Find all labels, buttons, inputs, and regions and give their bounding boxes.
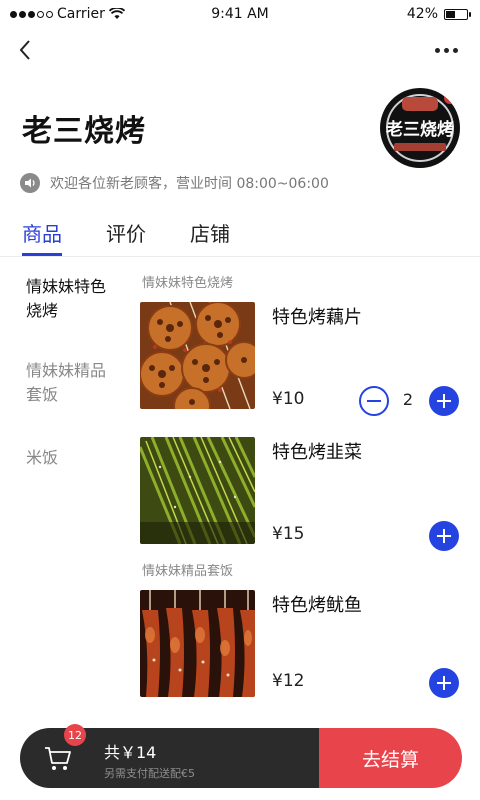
- add-to-cart-button[interactable]: [429, 521, 459, 551]
- product-image-lotus-root[interactable]: [140, 302, 255, 409]
- shop-name: 老三烧烤: [22, 114, 146, 149]
- announcement: 欢迎各位新老顾客，营业时间 08:00~06:00: [20, 173, 329, 193]
- section-title: 情妹妹精品套饭: [142, 564, 234, 579]
- more-dot-icon: [444, 48, 449, 53]
- product-image-chives[interactable]: [140, 437, 255, 544]
- cart-icon[interactable]: [42, 742, 74, 774]
- more-dot-icon: [453, 48, 458, 53]
- product-price: ¥15: [272, 524, 305, 544]
- add-to-cart-button[interactable]: [429, 386, 459, 416]
- add-to-cart-button[interactable]: [429, 668, 459, 698]
- logo-text: 老三烧烤: [386, 120, 454, 140]
- more-dot-icon: [435, 48, 440, 53]
- product-name: 特色烤韭菜: [272, 442, 362, 463]
- more-options-button[interactable]: [435, 48, 458, 53]
- battery-status: 42%: [406, 6, 471, 22]
- status-bar: Carrier 9:41 AM 42%: [0, 0, 480, 30]
- product-name: 特色烤藕片: [272, 307, 362, 328]
- tab-divider: [0, 256, 480, 257]
- back-button[interactable]: [14, 38, 38, 62]
- checkout-button[interactable]: 去结算: [319, 728, 462, 788]
- delivery-fee-note: 另需支付配送配€5: [104, 767, 195, 780]
- category-item-special-bbq[interactable]: 情妹妹特色烧烤: [26, 275, 116, 323]
- decrease-quantity-button[interactable]: [359, 386, 389, 416]
- product-image-squid[interactable]: [140, 590, 255, 697]
- battery-icon: [444, 8, 471, 20]
- battery-percent: 42%: [406, 6, 438, 22]
- category-item-rice[interactable]: 米饭: [26, 446, 116, 470]
- category-item-set-meal[interactable]: 情妹妹精品套饭: [26, 359, 116, 407]
- cart-count-badge: 12: [64, 724, 86, 746]
- quantity-value: 2: [402, 390, 414, 409]
- chevron-left-icon: [19, 40, 30, 60]
- cart-bar: 共￥14 另需支付配送配€5 去结算: [20, 728, 462, 788]
- product-price: ¥10: [272, 389, 305, 409]
- product-price: ¥12: [272, 671, 305, 691]
- cart-total: 共￥14: [104, 743, 157, 762]
- tab-store[interactable]: 店铺: [190, 218, 230, 256]
- section-title: 情妹妹特色烧烤: [142, 276, 234, 291]
- tab-products[interactable]: 商品: [22, 218, 62, 256]
- speaker-icon: [20, 173, 40, 193]
- product-name: 特色烤鱿鱼: [272, 595, 362, 616]
- tab-bar: 商品 评价 店铺: [22, 218, 230, 256]
- announcement-text: 欢迎各位新老顾客，营业时间 08:00~06:00: [50, 176, 329, 192]
- tab-reviews[interactable]: 评价: [106, 218, 146, 256]
- shop-logo: 老三烧烤: [380, 88, 460, 168]
